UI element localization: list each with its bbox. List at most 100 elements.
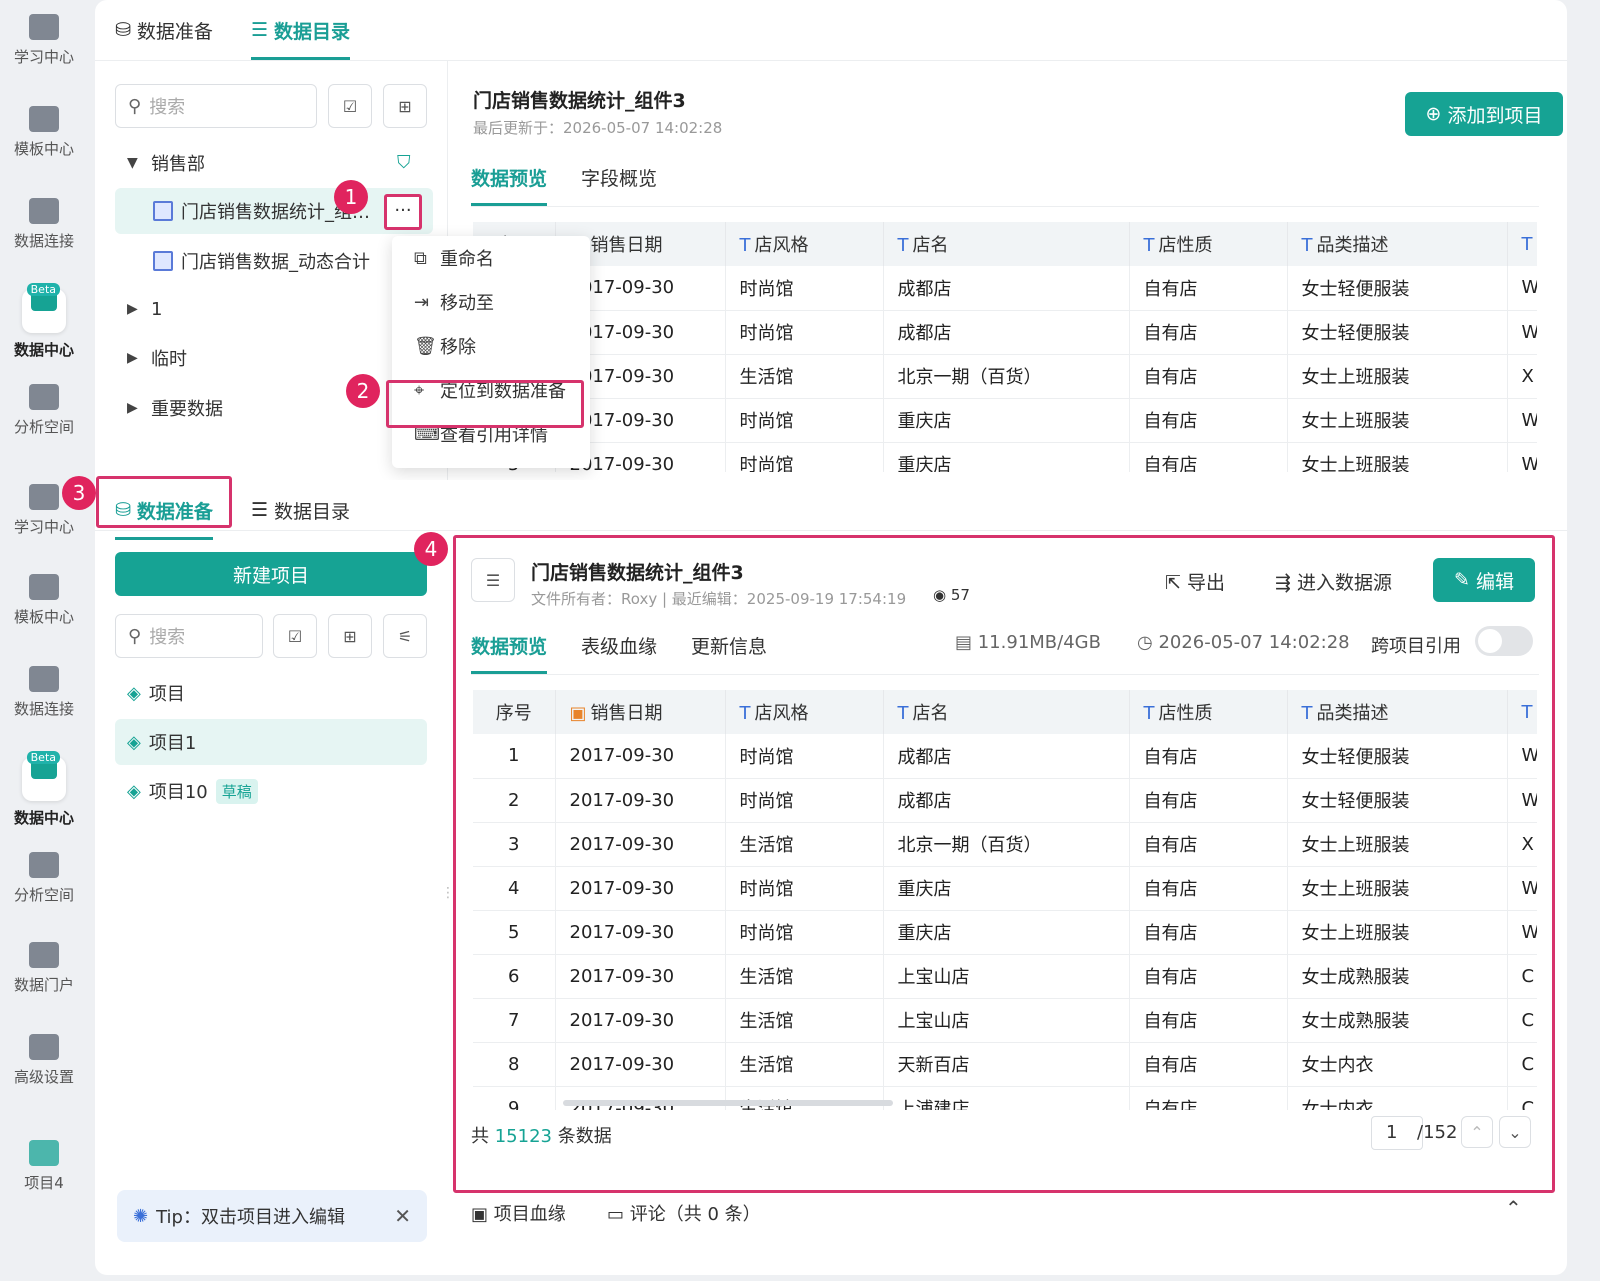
- project-item[interactable]: ◈ 项目: [127, 670, 185, 716]
- menu-item[interactable]: ⧉ 重命名: [392, 236, 590, 280]
- batch-select-icon[interactable]: ☑: [328, 84, 372, 128]
- tree-folder[interactable]: ▶ 临时: [127, 335, 187, 381]
- menu-icon: ⇥: [414, 291, 430, 313]
- nav-item[interactable]: 模板中心: [0, 106, 88, 159]
- table-row[interactable]: 32017-09-30生活馆北京一期（百货）自有店女士上班服装X: [473, 354, 1537, 399]
- table-cell: 时尚馆: [725, 442, 884, 472]
- tree-folder-sales[interactable]: ▼ 销售部: [127, 140, 205, 186]
- table-cell: W: [1507, 310, 1537, 355]
- nav-item[interactable]: 高级设置: [0, 1034, 88, 1087]
- nav-icon: Beta: [22, 283, 66, 333]
- nav-label: 项目4: [24, 1174, 64, 1192]
- table-row[interactable]: 42017-09-30时尚馆重庆店自有店女士上班服装W: [473, 398, 1537, 443]
- project-icon: ◈: [127, 682, 141, 704]
- tab-preview[interactable]: 数据预览: [471, 148, 548, 206]
- new-project-button[interactable]: 新建项目: [115, 552, 427, 596]
- menu-item[interactable]: ⇥ 移动至: [392, 280, 590, 324]
- nav-item[interactable]: Beta 数据中心: [0, 746, 88, 828]
- caret-right-icon: ▶: [127, 301, 138, 317]
- search-placeholder: 搜索: [149, 97, 186, 118]
- tab-field-overview[interactable]: 字段概览: [581, 148, 657, 206]
- list-icon: ☰: [250, 19, 268, 41]
- callout-2: 2: [346, 374, 380, 408]
- table-cell: 自有店: [1129, 398, 1288, 443]
- column-header[interactable]: T 店风格: [725, 222, 884, 266]
- table-cell: 自有店: [1129, 266, 1288, 311]
- table-cell: 时尚馆: [725, 310, 884, 355]
- comments-button[interactable]: ▭ 评论（共 0 条）: [607, 1200, 761, 1226]
- nav-icon: [29, 198, 59, 224]
- collapse-icon[interactable]: ⌃: [1505, 1196, 1522, 1220]
- tree-folder[interactable]: ▶ 重要数据: [127, 385, 223, 431]
- plus-circle-icon: ⊕: [1425, 103, 1442, 125]
- nav-item[interactable]: 模板中心: [0, 574, 88, 627]
- table-row[interactable]: 12017-09-30时尚馆成都店自有店女士轻便服装W: [473, 266, 1537, 311]
- project-item[interactable]: ◈ 项目10 草稿: [127, 768, 258, 814]
- search-input[interactable]: ⚲ 搜索: [115, 84, 317, 128]
- column-header[interactable]: T: [1507, 222, 1537, 266]
- nav-item[interactable]: 数据门户: [0, 942, 88, 995]
- column-header[interactable]: T 店名: [883, 222, 1130, 266]
- column-header[interactable]: T 店性质: [1129, 222, 1288, 266]
- nav-label: 模板中心: [13, 608, 74, 626]
- batch-select-icon[interactable]: ☑: [273, 614, 317, 658]
- button-label: 评论（共 0 条）: [629, 1204, 761, 1225]
- nav-item[interactable]: Beta 数据中心: [0, 278, 88, 360]
- nav-icon: [29, 1034, 59, 1060]
- nav-item[interactable]: 分析空间: [0, 852, 88, 905]
- comment-icon: ▭: [607, 1204, 630, 1225]
- beta-badge: Beta: [26, 283, 60, 296]
- nav-item[interactable]: 学习中心: [0, 14, 88, 67]
- table-cell: 生活馆: [725, 354, 884, 399]
- nav-label: 分析空间: [13, 418, 74, 436]
- lineage-icon: ▣: [471, 1204, 494, 1225]
- tip-text: Tip：双击项目进入编辑: [156, 1207, 345, 1228]
- table-cell: 自有店: [1129, 310, 1288, 355]
- menu-item[interactable]: 🗑 移除: [392, 324, 590, 368]
- table-cell: W: [1507, 442, 1537, 472]
- header-label: T: [1521, 233, 1533, 255]
- nav-item[interactable]: 数据连接: [0, 198, 88, 251]
- nav-item[interactable]: 数据连接: [0, 666, 88, 719]
- tree-folder[interactable]: ▶ 1: [127, 286, 162, 332]
- table-cell: 时尚馆: [725, 266, 884, 311]
- text-type-icon: T: [1301, 235, 1313, 256]
- folder-label: 临时: [151, 349, 187, 370]
- tab-data-catalog[interactable]: ☰ 数据目录: [251, 480, 350, 540]
- file-label: 门店销售数据_动态合计: [181, 252, 370, 273]
- nav-item[interactable]: 项目4: [0, 1140, 88, 1193]
- new-folder-icon[interactable]: ⊞: [328, 614, 372, 658]
- close-icon[interactable]: ✕: [394, 1204, 411, 1228]
- table-row[interactable]: 22017-09-30时尚馆成都店自有店女士轻便服装W: [473, 310, 1537, 355]
- list-icon: ☰: [250, 499, 268, 521]
- header-label: 店性质: [1158, 235, 1213, 256]
- nav-item[interactable]: 分析空间: [0, 384, 88, 437]
- add-to-project-button[interactable]: ⊕ 添加到项目: [1405, 92, 1563, 136]
- search-input[interactable]: ⚲ 搜索: [115, 614, 263, 658]
- nav-label: 分析空间: [13, 886, 74, 904]
- column-header[interactable]: T 品类描述: [1287, 222, 1508, 266]
- tab-data-catalog[interactable]: ☰ 数据目录: [250, 0, 351, 60]
- nav-label: 高级设置: [13, 1068, 74, 1086]
- filter-icon[interactable]: ⚟: [383, 614, 427, 658]
- nav-icon: [29, 106, 59, 132]
- table-row[interactable]: 52017-09-30时尚馆重庆店自有店女士上班服装W: [473, 442, 1537, 472]
- tree-file[interactable]: 门店销售数据_动态合计: [153, 238, 370, 284]
- table-cell: X: [1507, 354, 1537, 399]
- nav-icon: [29, 484, 59, 510]
- top-table-clip: 序号▣销售日期T店风格T店名T店性质T品类描述T12017-09-30时尚馆成都…: [473, 222, 1537, 472]
- header-label: 销售日期: [590, 235, 663, 256]
- context-menu: ⧉ 重命名 ⇥ 移动至 🗑 移除 ⌖ 定位到数据准备 ⌨ 查看引用详情: [392, 236, 590, 468]
- project-lineage-button[interactable]: ▣ 项目血缘: [471, 1200, 566, 1226]
- data-table: 序号▣销售日期T店风格T店名T店性质T品类描述T12017-09-30时尚馆成都…: [473, 222, 1537, 472]
- text-type-icon: T: [1143, 235, 1155, 256]
- new-folder-icon[interactable]: ⊞: [383, 84, 427, 128]
- folder-label: 1: [151, 298, 163, 320]
- project-label: 项目: [148, 684, 185, 705]
- project-item-selected[interactable]: ◈ 项目1: [115, 719, 427, 765]
- search-icon: ⚲: [128, 625, 142, 647]
- tab-data-prep[interactable]: ⛁ 数据准备: [115, 0, 213, 60]
- nav-icon: [29, 1140, 59, 1166]
- search-icon: ⚲: [128, 95, 142, 117]
- beta-badge: Beta: [26, 751, 60, 764]
